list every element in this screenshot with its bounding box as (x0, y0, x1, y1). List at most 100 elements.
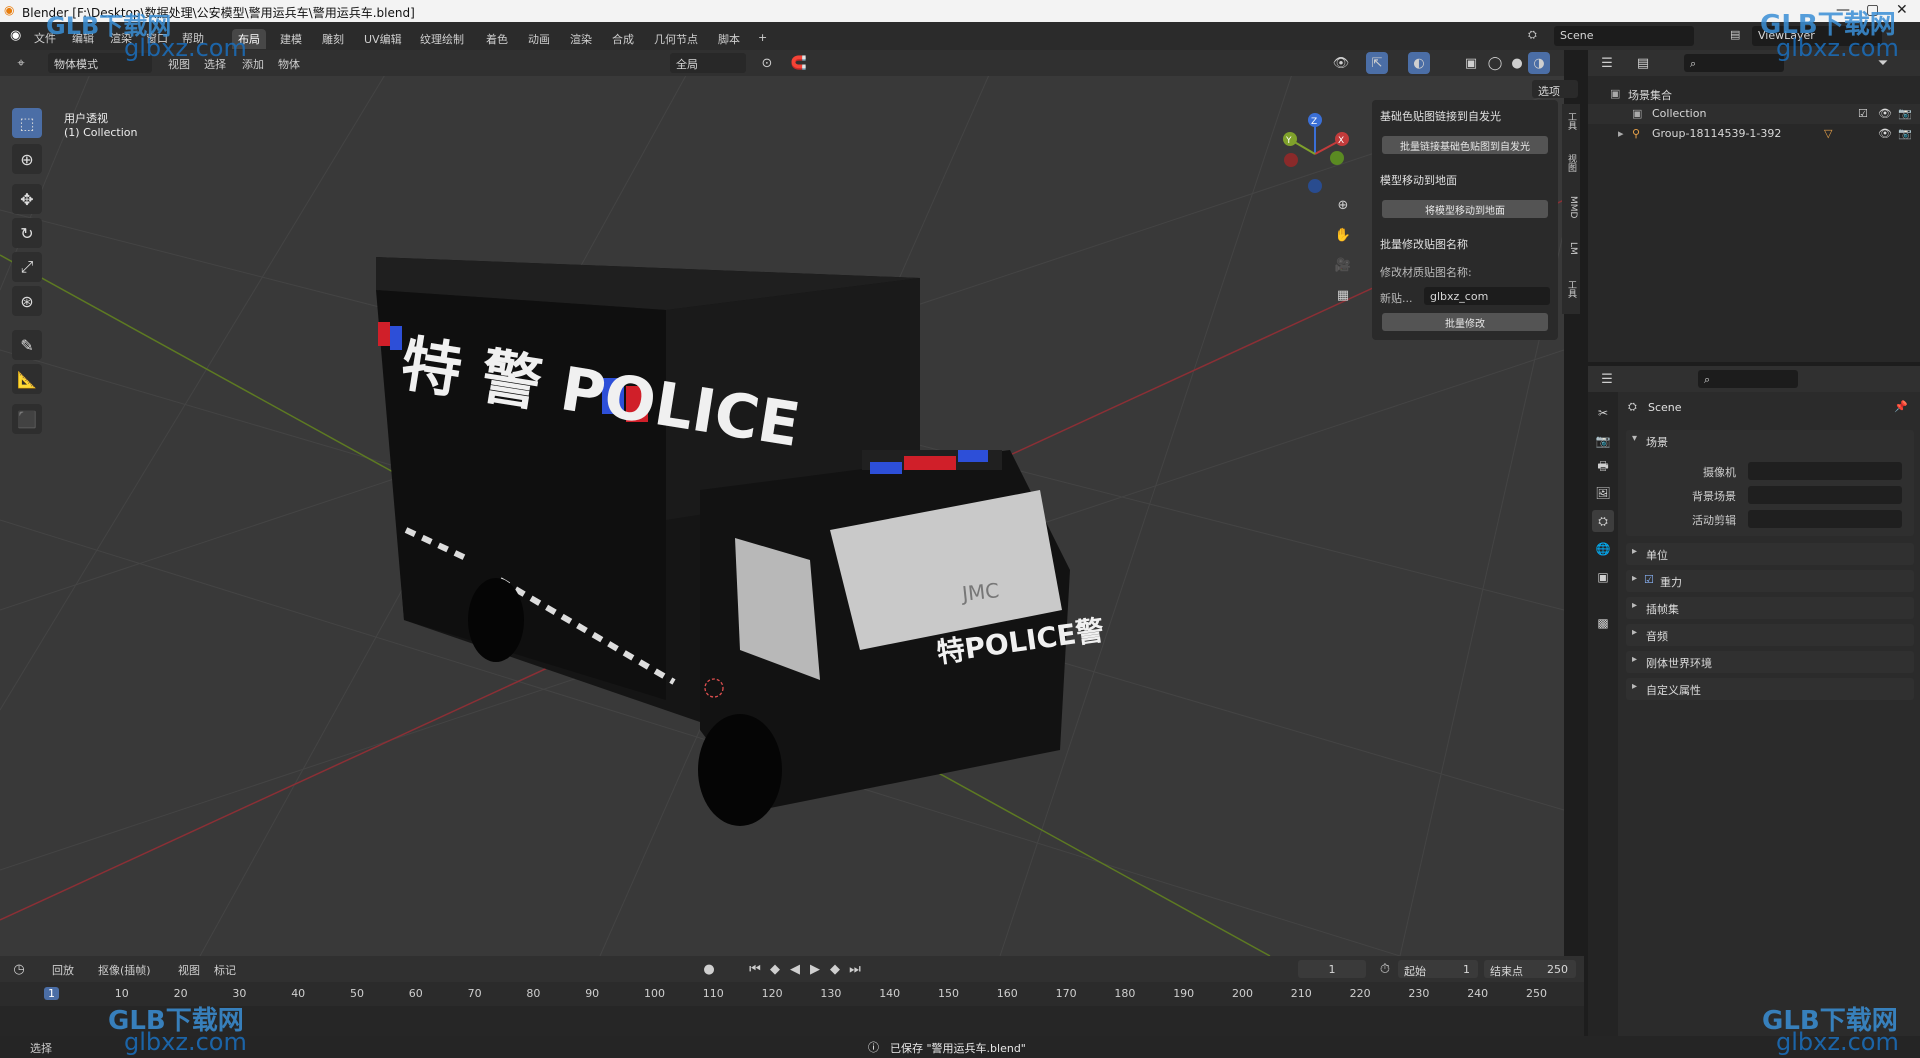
options-dropdown[interactable]: 选项 (1532, 80, 1578, 98)
play-icon[interactable]: ▶ (804, 958, 826, 980)
scene-selector[interactable]: Scene (1554, 26, 1694, 46)
measure-tool-icon[interactable]: 📐 (12, 364, 42, 394)
scene-tab-icon[interactable]: ⛭ (1592, 510, 1614, 532)
tab-sculpting[interactable]: 雕刻 (316, 29, 350, 49)
scene-panel-title[interactable]: 场景 (1646, 434, 1668, 450)
new-name-input[interactable]: glbxz_com (1424, 287, 1550, 305)
texture-tab-icon[interactable]: ▩ (1592, 612, 1614, 634)
next-keyframe-icon[interactable]: ◆ (824, 958, 846, 980)
material-shading-icon[interactable]: ◑ (1528, 52, 1550, 74)
keying-sets-panel[interactable]: ▸ 插帧集 (1626, 597, 1914, 619)
wireframe-shading-icon[interactable]: ◯ (1484, 52, 1506, 74)
tab-scripting[interactable]: 脚本 (712, 29, 746, 49)
properties-editor-icon[interactable]: ☰ (1596, 368, 1618, 390)
display-mode-icon[interactable]: ▤ (1632, 52, 1654, 74)
menu-object[interactable]: 物体 (278, 56, 300, 72)
batch-modify-button[interactable]: 批量修改 (1382, 313, 1548, 331)
menu-playback[interactable]: 回放 (52, 962, 74, 978)
object-camera-icon[interactable]: 📷 (1898, 127, 1912, 140)
close-icon[interactable]: ✕ (1896, 2, 1908, 18)
navigation-gizmo[interactable]: Z X Y (1275, 110, 1355, 200)
object-eye-icon[interactable]: 👁 (1878, 127, 1892, 140)
solid-shading-icon[interactable]: ● (1506, 52, 1528, 74)
world-tab-icon[interactable]: 🌐 (1592, 538, 1614, 560)
scale-tool-icon[interactable]: ⤢ (12, 252, 42, 282)
transform-tool-icon[interactable]: ⊛ (12, 286, 42, 316)
tab-modeling[interactable]: 建模 (274, 29, 308, 49)
link-basecolor-emission-button[interactable]: 批量链接基础色贴图到自发光 (1382, 136, 1548, 154)
render-tab-icon[interactable]: 📷 (1592, 430, 1614, 452)
snap-icon[interactable]: 🧲 (788, 52, 810, 74)
outliner-search-input[interactable]: ⌕ (1684, 54, 1784, 72)
add-workspace-icon[interactable]: + (752, 29, 773, 46)
menu-marker[interactable]: 标记 (214, 962, 236, 978)
audio-panel[interactable]: ▸ 音频 (1626, 624, 1914, 646)
camera-view-icon[interactable]: 🎥 (1332, 254, 1354, 276)
current-frame-field[interactable]: 1 (1298, 960, 1366, 978)
tab-compositing[interactable]: 合成 (606, 29, 640, 49)
ortho-grid-icon[interactable]: ▦ (1332, 284, 1354, 306)
pan-hand-icon[interactable]: ✋ (1332, 224, 1354, 246)
start-frame-field[interactable]: 起始 1 (1398, 960, 1478, 978)
menu-timeline-view[interactable]: 视图 (178, 962, 200, 978)
np-section-rename[interactable]: 批量修改贴图名称 (1380, 236, 1468, 252)
add-cube-tool-icon[interactable]: ⬛ (12, 404, 42, 434)
np-section-ground[interactable]: 模型移动到地面 (1380, 172, 1457, 188)
move-tool-icon[interactable]: ✥ (12, 184, 42, 214)
menu-keying[interactable]: 抠像(插帧) (98, 962, 151, 978)
gravity-checkbox-icon[interactable]: ☑ (1644, 573, 1654, 586)
visibility-icon[interactable]: 👁 (1330, 52, 1352, 74)
camera-field[interactable] (1748, 462, 1902, 480)
units-panel[interactable]: ▸ 单位 (1626, 543, 1914, 565)
pin-icon[interactable]: 📌 (1894, 400, 1908, 413)
tab-rendering[interactable]: 渲染 (564, 29, 598, 49)
collapse-arrow-icon[interactable]: ▾ (1632, 433, 1637, 444)
expand-arrow-icon[interactable]: ▸ (1618, 127, 1624, 140)
view-layer-tab-icon[interactable]: 🖼 (1592, 482, 1614, 504)
gizmo-toggle-icon[interactable]: ⇱ (1366, 52, 1388, 74)
background-scene-field[interactable] (1748, 486, 1902, 504)
ntab-tool[interactable]: 工具 (1564, 112, 1578, 130)
overlay-toggle-icon[interactable]: ◐ (1408, 52, 1430, 74)
viewlayer-icon[interactable]: ▤ (1730, 28, 1740, 41)
jump-start-icon[interactable]: ⏮ (744, 958, 766, 980)
eye-icon[interactable]: 👁 (1878, 107, 1892, 120)
cursor-tool-icon[interactable]: ⊕ (12, 144, 42, 174)
end-frame-field[interactable]: 结束点 250 (1484, 960, 1576, 978)
move-to-ground-button[interactable]: 将模型移动到地面 (1382, 200, 1548, 218)
camera-render-icon[interactable]: 📷 (1898, 107, 1912, 120)
prev-keyframe-icon[interactable]: ◆ (764, 958, 786, 980)
gravity-panel[interactable]: ▸ 重力 ☑ (1626, 570, 1914, 592)
outliner-row-scene-collection[interactable]: ▣ 场景集合 (1588, 84, 1920, 104)
custom-properties-panel[interactable]: ▸ 自定义属性 (1626, 678, 1914, 700)
annotate-tool-icon[interactable]: ✎ (12, 330, 42, 360)
outliner-row-collection[interactable]: ▣ Collection ☑ 👁 📷 (1588, 104, 1920, 124)
active-clip-field[interactable] (1748, 510, 1902, 528)
record-icon[interactable]: ● (698, 958, 720, 980)
np-section-emission[interactable]: 基础色贴图链接到自发光 (1380, 108, 1501, 124)
ntab-tool-2[interactable]: 工具 (1564, 280, 1578, 298)
collection-tab-icon[interactable]: ▣ (1592, 566, 1614, 588)
select-box-tool-icon[interactable]: ⬚ (12, 108, 42, 138)
ntab-lm[interactable]: LM (1564, 242, 1578, 255)
tab-animation[interactable]: 动画 (522, 29, 556, 49)
blender-menu-icon[interactable]: ◉ (10, 28, 21, 43)
3d-viewport[interactable]: 特 警 POLICE 特POLICE警 JMC 用户透视 (1) Collect… (0, 50, 1564, 956)
rigid-body-world-panel[interactable]: ▸ 刚体世界环境 (1626, 651, 1914, 673)
timeline-ruler[interactable]: 1 10 20 30 40 50 60 70 80 90 100 110 120 130 140 150 160… (40, 982, 1584, 1006)
tab-geometry-nodes[interactable]: 几何节点 (648, 29, 704, 49)
timeline-editor-icon[interactable]: ◷ (8, 958, 30, 980)
tab-shading[interactable]: 着色 (480, 29, 514, 49)
transform-orientation[interactable]: 全局 (670, 53, 746, 73)
tab-texture-paint[interactable]: 纹理绘制 (414, 29, 470, 49)
pivot-icon[interactable]: ⊙ (756, 52, 778, 74)
stopwatch-icon[interactable]: ⏱ (1374, 958, 1396, 980)
properties-search-input[interactable]: ⌕ (1698, 370, 1798, 388)
xray-icon[interactable]: ▣ (1460, 52, 1482, 74)
zoom-icon[interactable]: ⊕ (1332, 194, 1354, 216)
outliner-editor-icon[interactable]: ☰ (1596, 52, 1618, 74)
ntab-mmd[interactable]: MMD (1564, 196, 1578, 218)
outliner-row-object[interactable]: ▸ ⚲ Group-18114539-1-392 ▽ 👁 📷 (1588, 124, 1920, 144)
tool-tab-icon[interactable]: ✂ (1592, 402, 1614, 424)
rotate-tool-icon[interactable]: ↻ (12, 218, 42, 248)
